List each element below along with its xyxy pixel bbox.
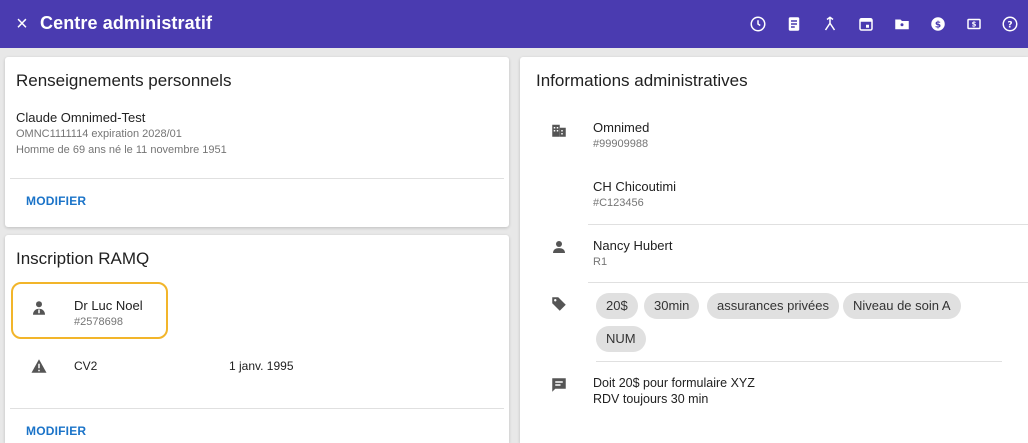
org-name: Omnimed: [593, 120, 650, 135]
divider: [596, 361, 1002, 362]
admin-info-title: Informations administratives: [536, 71, 748, 90]
alert-code: CV2: [74, 359, 98, 373]
personal-info-title: Renseignements personnels: [16, 71, 232, 90]
folder-icon[interactable]: [884, 0, 920, 48]
tag-chip[interactable]: 20$: [596, 293, 638, 319]
note-line-1: Doit 20$ pour formulaire XYZ: [593, 376, 755, 390]
merge-icon[interactable]: [812, 0, 848, 48]
clock-icon[interactable]: [740, 0, 776, 48]
ramq-title: Inscription RAMQ: [16, 249, 150, 268]
tag-icon: [549, 294, 569, 314]
edit-ramq-button[interactable]: MODIFIER: [26, 424, 86, 438]
patient-name: Claude Omnimed-Test: [16, 110, 146, 125]
site-name: CH Chicoutimi: [593, 179, 677, 194]
alert-date: 1 janv. 1995: [229, 359, 294, 373]
help-icon[interactable]: ?: [992, 0, 1028, 48]
ramq-card: Inscription RAMQ Dr Luc Noel #2578698 CV…: [5, 235, 509, 443]
divider: [10, 178, 504, 179]
comment-icon: [549, 375, 569, 395]
svg-text:$: $: [972, 21, 977, 29]
divider: [588, 282, 1028, 283]
admin-info-card: Informations administratives Omnimed #99…: [520, 57, 1028, 443]
warning-icon: [29, 356, 49, 376]
patient-details: Homme de 69 ans né le 11 novembre 1951: [16, 144, 227, 156]
dollar-circle-icon[interactable]: $: [920, 0, 956, 48]
app-title: Centre administratif: [40, 13, 213, 33]
edit-personal-button[interactable]: MODIFIER: [26, 194, 86, 208]
billing-icon[interactable]: $: [956, 0, 992, 48]
document-list-icon[interactable]: [776, 0, 812, 48]
person-icon: [549, 237, 569, 257]
top-app-bar: × Centre administratif $ $ ?: [0, 0, 1028, 48]
tag-chip[interactable]: assurances privées: [707, 293, 839, 319]
toolbar: $ $ ?: [740, 0, 1028, 48]
org-id: #99909988: [593, 138, 649, 150]
contact-role: R1: [593, 256, 608, 268]
divider: [10, 408, 504, 409]
tag-chip[interactable]: 30min: [644, 293, 700, 319]
tag-chip[interactable]: Niveau de soin A: [843, 293, 961, 319]
contact-name: Nancy Hubert: [593, 238, 673, 253]
svg-text:?: ?: [1007, 20, 1012, 30]
site-id: #C123456: [593, 197, 644, 209]
ramq-number: OMNC1111114 expiration 2028/01: [16, 128, 182, 140]
close-icon[interactable]: ×: [10, 12, 34, 36]
calendar-icon[interactable]: [848, 0, 884, 48]
personal-info-card: Renseignements personnels Claude Omnimed…: [5, 57, 509, 227]
selection-highlight: [11, 282, 168, 339]
building-icon: [549, 120, 569, 140]
note-line-2: RDV toujours 30 min: [593, 392, 709, 406]
tag-chip[interactable]: NUM: [596, 326, 646, 352]
svg-text:$: $: [935, 20, 941, 30]
divider: [588, 224, 1028, 225]
